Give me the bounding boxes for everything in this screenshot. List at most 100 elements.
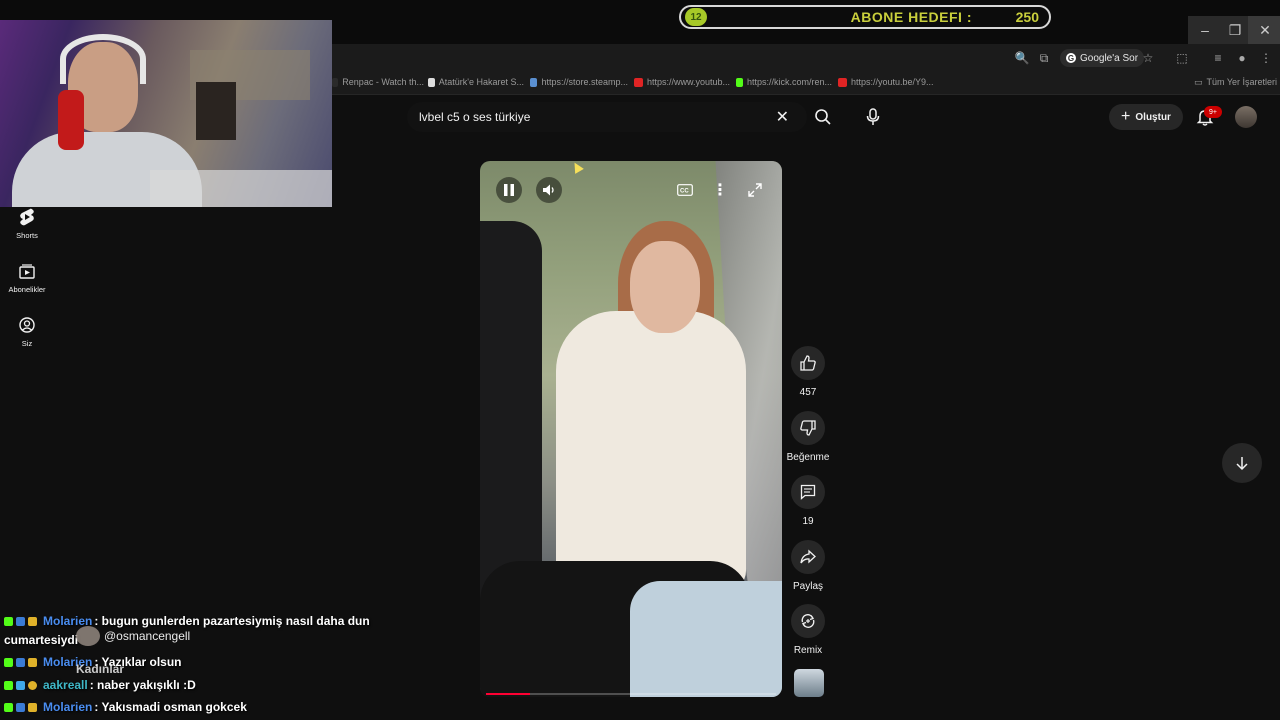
search-button[interactable] [808,104,838,130]
bookmark-item[interactable]: https://www.youtub... [634,75,730,89]
coin-badge-icon [28,680,37,690]
remix-button[interactable]: Remix [788,604,828,656]
bookmark-item[interactable]: https://store.steamp... [530,75,628,89]
kick-badge-icon [4,702,13,712]
bookmark-label: Atatürk'e Hakaret S... [438,77,524,87]
menu-icon[interactable]: ⋮ [1258,50,1274,66]
fullscreen-button[interactable] [742,177,768,203]
all-bookmarks[interactable]: ▭ Tüm Yer İşaretleri [1194,75,1278,89]
dislike-button[interactable]: Beğenme [787,411,829,463]
more-options-button[interactable]: ⋮ [707,177,733,203]
chat-username[interactable]: aakreall [43,678,88,692]
avatar[interactable] [1235,106,1257,128]
mention-handle: @osmancengell [104,629,191,643]
comments-button[interactable]: 19 [788,475,828,527]
bookmark-item[interactable]: Renpac - Watch th... [332,75,424,89]
video-progress-bar[interactable] [486,693,776,695]
play-badge-icon [16,657,25,667]
kick-badge-icon [4,616,13,626]
kick-badge-icon [4,680,13,690]
create-label: Oluştur [1135,111,1171,123]
plus-icon: + [1121,108,1131,125]
bookmark-item[interactable]: Atatürk'e Hakaret S... [428,75,524,89]
bookmark-favicon-icon [838,77,847,87]
extensions-icon[interactable]: ⬚ [1174,50,1190,66]
crown-badge-icon [28,657,37,667]
like-count: 457 [799,387,817,398]
bookmark-item[interactable]: https://kick.com/ren... [736,75,832,89]
clear-search-button[interactable]: ✕ [776,107,789,127]
svg-text:CC: CC [680,189,689,195]
search-box[interactable]: lvbel c5 o ses türkiye ✕ [407,102,807,132]
goal-count: 250 [1015,9,1039,25]
nav-shorts-label: Shorts [16,231,38,240]
kick-badge-icon [4,657,13,667]
crown-badge-icon [28,702,37,712]
nav-shorts[interactable]: Shorts [0,208,54,240]
nav-subscriptions[interactable]: Abonelikler [0,262,54,294]
chat-text: : Yakısmadi osman gokcek [94,700,247,714]
fullscreen-icon [748,183,762,197]
captions-icon: CC [677,184,693,196]
maximize-button[interactable]: ❐ [1218,16,1252,44]
bookmark-favicon-icon [530,77,538,87]
profile-icon[interactable]: ● [1234,50,1250,66]
nav-you[interactable]: Siz [0,316,54,348]
bookmark-favicon-icon [634,77,643,87]
pause-icon [504,184,514,196]
voice-search-button[interactable] [858,102,888,132]
avatar [76,626,100,646]
microphone-icon [866,108,880,125]
chat-message: cumartesiydi [4,633,78,647]
chat-message: aakreall : naber yakışıklı :D [4,678,196,692]
more-vertical-icon: ⋮ [712,182,728,199]
search-input[interactable]: lvbel c5 o ses türkiye [419,110,776,124]
tab-search-icon[interactable]: ≡ [1210,50,1226,66]
create-button[interactable]: + Oluştur [1109,104,1183,130]
goal-label: ABONE HEDEFI : [850,9,972,25]
thumbs-down-icon [791,411,825,445]
thumbs-up-icon [791,346,825,380]
bookmark-favicon-icon [428,77,435,87]
crown-badge-icon [28,616,37,626]
play-badge-icon [16,616,25,626]
you-icon [18,316,36,334]
comment-icon [791,475,825,509]
cast-icon[interactable]: ⧉ [1036,50,1052,66]
streamer-webcam [0,20,332,207]
chat-username[interactable]: Molarien [43,700,92,714]
video-progress-fill [486,693,530,695]
gem-badge-icon [16,680,25,690]
captions-button[interactable]: CC [672,177,698,203]
arrow-down-icon [1236,457,1248,471]
zoom-icon[interactable]: 🔍 [1014,50,1030,66]
pause-button[interactable] [496,177,522,203]
minimize-button[interactable]: – [1188,16,1222,44]
google-ask-label: Google'a Sor [1080,52,1139,64]
close-window-button[interactable]: ✕ [1248,16,1280,44]
bookmark-item[interactable]: https://youtu.be/Y9... [838,75,934,89]
channel-avatar[interactable] [794,669,824,697]
bookmark-label: https://youtu.be/Y9... [851,77,934,87]
play-badge-icon [16,702,25,712]
chat-text: : naber yakışıklı :D [89,678,196,692]
search-icon [815,109,831,125]
share-label: Paylaş [792,581,823,592]
bookmark-star-icon[interactable]: ☆ [1140,50,1156,66]
share-icon [791,540,825,574]
notification-badge: 9+ [1204,106,1222,118]
nav-you-label: Siz [21,339,33,348]
google-ask-button[interactable]: G Google'a Sor [1060,49,1145,67]
remix-label: Remix [793,645,823,656]
comment-count: 19 [802,516,814,527]
next-video-button[interactable] [1222,443,1262,483]
short-video-player[interactable]: CC ⋮ [480,161,782,697]
share-button[interactable]: Paylaş [788,540,828,592]
like-button[interactable]: 457 [788,346,828,398]
chat-mention: @osmancengell [76,626,190,646]
bookmark-label: https://store.steamp... [541,77,628,87]
folder-icon: ▭ [1194,76,1203,87]
subscriber-goal-bar: 12 ABONE HEDEFI : 250 [679,5,1051,29]
overlay-caption: Kadınlar [76,662,125,676]
volume-button[interactable] [536,177,562,203]
